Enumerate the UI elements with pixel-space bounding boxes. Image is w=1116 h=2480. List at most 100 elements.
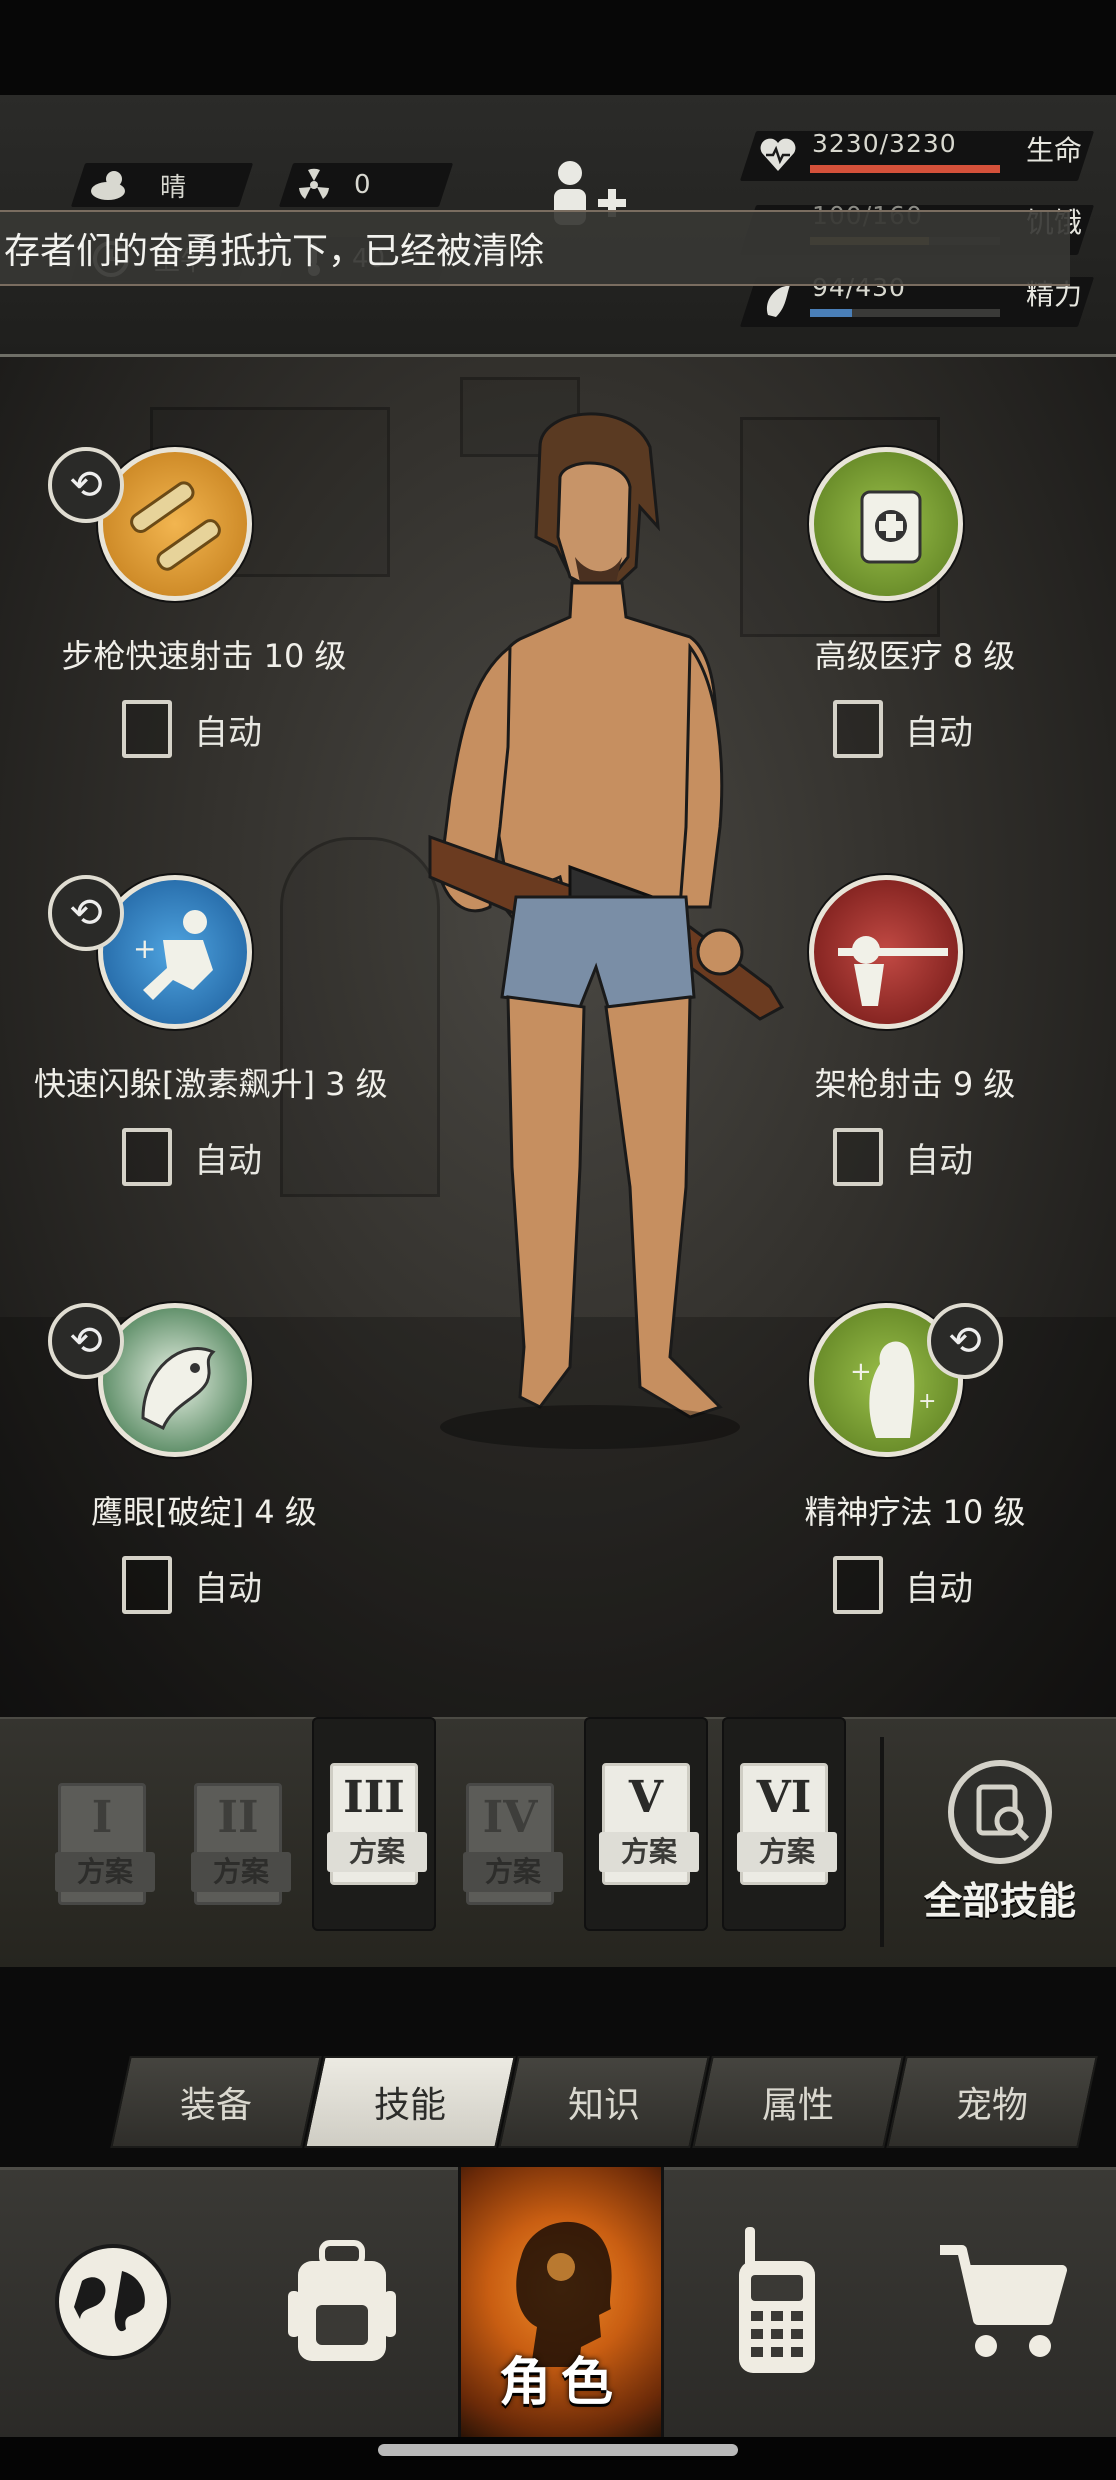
health-text: 3230/3230 (812, 129, 957, 158)
all-skills-label: 全部技能 (923, 1878, 1076, 1923)
auto-label: 自动 (194, 712, 262, 753)
skill-slot-quick-dodge[interactable]: + ⟲ 快速闪躲[激素飙升] 3 级 自动 (34, 875, 388, 1205)
auto-label: 自动 (905, 1568, 973, 1609)
nav-backpack-button[interactable] (226, 2167, 458, 2437)
heart-icon (760, 138, 796, 171)
skill-slot-mounted-shooting[interactable]: 架枪射击 9 级 自动 (745, 875, 1085, 1205)
tab-pets[interactable]: 宠物 (886, 2056, 1098, 2148)
radiation-value: 0 (354, 170, 371, 200)
plan-numeral: II (217, 1792, 259, 1843)
news-ticker: 存者们的奋勇抵抗下，已经被清除 (0, 210, 1070, 286)
plan-card: V 方案 (599, 1763, 699, 1885)
globe-icon (55, 2244, 171, 2360)
skill-slot-advanced-medical[interactable]: 高级医疗 8 级 自动 (745, 447, 1085, 777)
tab-equipment[interactable]: 装备 (110, 2056, 322, 2148)
plan-card: VI 方案 (737, 1763, 837, 1885)
top-black-bar (0, 0, 1116, 95)
auto-toggle[interactable]: 自动 (833, 1556, 973, 1614)
auto-toggle[interactable]: 自动 (122, 1556, 262, 1614)
health-bar (810, 165, 1000, 173)
tab-skills[interactable]: 技能 (304, 2056, 516, 2148)
nav-map-button[interactable] (0, 2167, 226, 2437)
tab-attributes[interactable]: 属性 (692, 2056, 904, 2148)
plan-card: III 方案 (327, 1763, 427, 1885)
swap-icon[interactable]: ⟲ (48, 447, 124, 523)
plan-numeral: I (91, 1792, 113, 1843)
plan-label: 方案 (737, 1832, 837, 1872)
auto-label: 自动 (194, 1568, 262, 1609)
sniper-prone-icon[interactable] (809, 875, 963, 1029)
plan-card: I 方案 (55, 1783, 155, 1905)
tab-label: 属性 (761, 2085, 834, 2126)
all-skills-button[interactable]: 全部技能 (880, 1737, 1116, 1947)
plan-5-button[interactable]: V 方案 (584, 1717, 708, 1931)
document-search-icon (948, 1759, 1052, 1864)
skill-slot-eagle-eye[interactable]: ⟲ 鹰眼[破绽] 4 级 自动 (34, 1303, 374, 1633)
auto-checkbox[interactable] (122, 1556, 172, 1614)
walkie-talkie-icon (739, 2227, 815, 2373)
swap-icon[interactable]: ⟲ (48, 875, 124, 951)
skill-name: 精神疗法 10 级 (804, 1493, 1026, 1531)
plan-6-button[interactable]: VI 方案 (722, 1717, 846, 1931)
cart-icon (940, 2245, 1067, 2357)
plan-4-button[interactable]: IV 方案 (448, 1737, 572, 1951)
nav-radio-button[interactable] (664, 2167, 890, 2437)
plan-2-button[interactable]: II 方案 (176, 1737, 300, 1951)
auto-checkbox[interactable] (122, 700, 172, 758)
skill-name: 步枪快速射击 10 级 (61, 637, 347, 675)
plan-numeral: VI (756, 1772, 812, 1823)
plan-label: 方案 (463, 1852, 563, 1892)
auto-toggle[interactable]: 自动 (833, 1128, 973, 1186)
health-label: 生命 (1026, 134, 1083, 167)
swap-icon[interactable]: ⟲ (48, 1303, 124, 1379)
tab-label: 知识 (567, 2085, 640, 2126)
skill-name: 高级医疗 8 级 (814, 637, 1016, 675)
tab-knowledge[interactable]: 知识 (498, 2056, 710, 2148)
auto-checkbox[interactable] (122, 1128, 172, 1186)
weather-pill: 晴 (70, 163, 254, 207)
cloud-sun-icon (91, 171, 125, 200)
role-label: 角色 (498, 2353, 623, 2413)
skill-slot-rifle-rapid-fire[interactable]: ⟲ 步枪快速射击 10 级 自动 (34, 447, 374, 777)
auto-toggle[interactable]: 自动 (833, 700, 973, 758)
tab-label: 宠物 (955, 2085, 1028, 2126)
energy-icon (766, 285, 790, 317)
svg-text:+: + (850, 1357, 872, 1387)
home-indicator[interactable] (378, 2444, 738, 2456)
plan-numeral: III (343, 1772, 405, 1823)
auto-label: 自动 (905, 1140, 973, 1181)
plan-1-button[interactable]: I 方案 (40, 1737, 164, 1951)
auto-label: 自动 (905, 712, 973, 753)
auto-checkbox[interactable] (833, 700, 883, 758)
svg-text:+: + (918, 1389, 936, 1414)
plan-numeral: IV (482, 1792, 538, 1843)
plan-card: IV 方案 (463, 1783, 563, 1905)
auto-toggle[interactable]: 自动 (122, 1128, 262, 1186)
nav-shop-button[interactable] (890, 2167, 1116, 2437)
skill-name: 架枪射击 9 级 (814, 1065, 1016, 1103)
medical-kit-icon[interactable] (809, 447, 963, 601)
tab-label: 装备 (179, 2085, 252, 2126)
weather-label: 晴 (160, 172, 187, 203)
radiation-icon (299, 168, 329, 199)
character-scene: ⟲ 步枪快速射击 10 级 自动 高级医疗 8 级 自动 + ⟲ 快速闪躲[激素… (0, 357, 1116, 1717)
plan-3-button[interactable]: III 方案 (312, 1717, 436, 1931)
plan-numeral: V (628, 1772, 664, 1823)
nav-role-button[interactable]: 角色 (458, 2167, 664, 2437)
auto-checkbox[interactable] (833, 1556, 883, 1614)
plan-label: 方案 (599, 1832, 699, 1872)
auto-toggle[interactable]: 自动 (122, 700, 262, 758)
swap-icon[interactable]: ⟲ (927, 1303, 1003, 1379)
auto-checkbox[interactable] (833, 1128, 883, 1186)
auto-label: 自动 (194, 1140, 262, 1181)
plan-label: 方案 (327, 1832, 427, 1872)
radiation-pill: 0 (278, 163, 454, 207)
skill-slot-mind-therapy[interactable]: + + ⟲ 精神疗法 10 级 自动 (745, 1303, 1085, 1633)
tab-label: 技能 (373, 2085, 446, 2126)
ticker-text: 存者们的奋勇抵抗下，已经被清除 (4, 231, 545, 272)
backpack-icon (288, 2240, 396, 2361)
plan-label: 方案 (55, 1852, 155, 1892)
plan-label: 方案 (191, 1852, 291, 1892)
svg-text:+: + (133, 932, 156, 965)
energy-bar (810, 309, 1000, 317)
